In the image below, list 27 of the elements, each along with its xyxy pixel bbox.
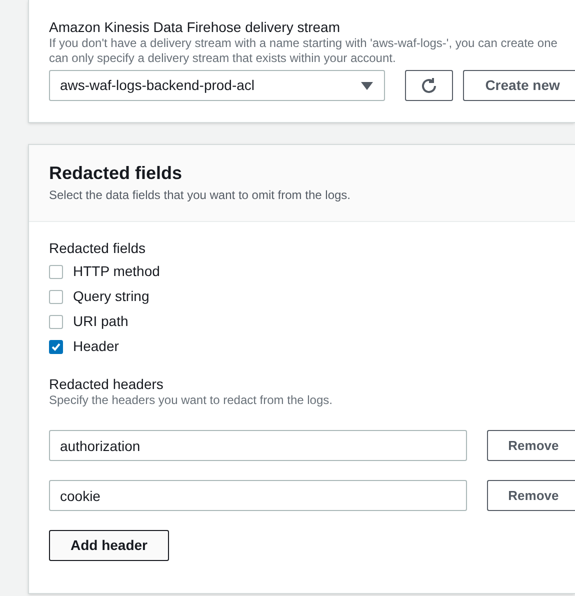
stream-select[interactable]: aws-waf-logs-backend-prod-acl bbox=[49, 70, 386, 101]
header-input-field[interactable]: authorization bbox=[49, 430, 468, 461]
card-title: Redacted fields bbox=[49, 162, 184, 184]
refresh-icon bbox=[420, 76, 438, 94]
refresh-button[interactable] bbox=[405, 70, 454, 101]
caret-icon bbox=[360, 80, 374, 90]
remove-button[interactable]: Remove bbox=[487, 480, 575, 511]
header-input-field[interactable]: cookie bbox=[49, 480, 468, 511]
field-description: can only specify a delivery stream that exists within your account. bbox=[49, 51, 397, 66]
checkmark-icon bbox=[51, 342, 61, 352]
checkbox[interactable] bbox=[49, 314, 63, 328]
card-description: Select the data fields that you want to omit from the logs. bbox=[49, 187, 352, 203]
field-description: If you don't have a delivery stream with a name starting with 'aws-waf-logs-', you can create one bbox=[49, 36, 558, 51]
checkbox[interactable] bbox=[49, 264, 63, 278]
field-label: Redacted fields bbox=[49, 239, 147, 257]
checkbox[interactable] bbox=[49, 340, 63, 354]
checkbox-label: URI path bbox=[73, 312, 128, 331]
checkbox[interactable] bbox=[49, 290, 63, 304]
field-description: Specify the headers you want to redact from the logs. bbox=[49, 393, 334, 408]
field-label: Amazon Kinesis Data Firehose delivery stream bbox=[49, 18, 342, 36]
create-new-button[interactable]: Create new bbox=[463, 70, 575, 101]
field-label: Redacted headers bbox=[49, 375, 164, 393]
checkbox-label: Query string bbox=[73, 287, 150, 306]
checkbox-label: HTTP method bbox=[73, 262, 160, 281]
checkbox-label: Header bbox=[73, 337, 119, 356]
add-header-button[interactable]: Add header bbox=[49, 530, 169, 561]
remove-button[interactable]: Remove bbox=[487, 430, 575, 461]
